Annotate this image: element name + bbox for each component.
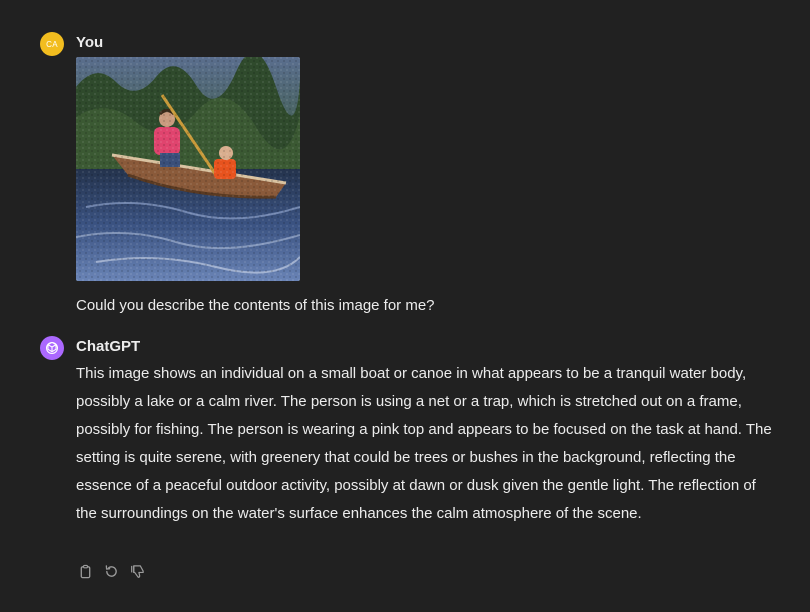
- user-avatar: CA: [40, 32, 64, 56]
- regenerate-button[interactable]: [102, 562, 120, 580]
- assistant-author-name: ChatGPT: [76, 338, 141, 355]
- user-avatar-initials: CA: [46, 39, 58, 49]
- message-actions: [76, 562, 146, 580]
- chatgpt-logo-icon: [40, 336, 64, 360]
- user-author-name: You: [76, 34, 104, 51]
- chat-thread: CA You Could you describe the contents o…: [0, 0, 810, 612]
- thumbs-down-button[interactable]: [128, 562, 146, 580]
- copy-icon: [80, 564, 90, 578]
- assistant-message-text: This image shows an individual on a smal…: [76, 365, 772, 522]
- canoe-photo-illustration: [76, 57, 300, 281]
- user-message-text: Could you describe the contents of this …: [76, 297, 435, 314]
- regenerate-icon: [105, 564, 117, 577]
- thumbs-down-icon: [130, 564, 144, 578]
- openai-logo-icon: [46, 341, 58, 354]
- uploaded-image[interactable]: [76, 57, 300, 281]
- user-message: CA You Could you describe the contents o…: [40, 32, 780, 322]
- copy-button[interactable]: [76, 562, 94, 580]
- assistant-message: ChatGPT This image shows an individual o…: [40, 336, 780, 586]
